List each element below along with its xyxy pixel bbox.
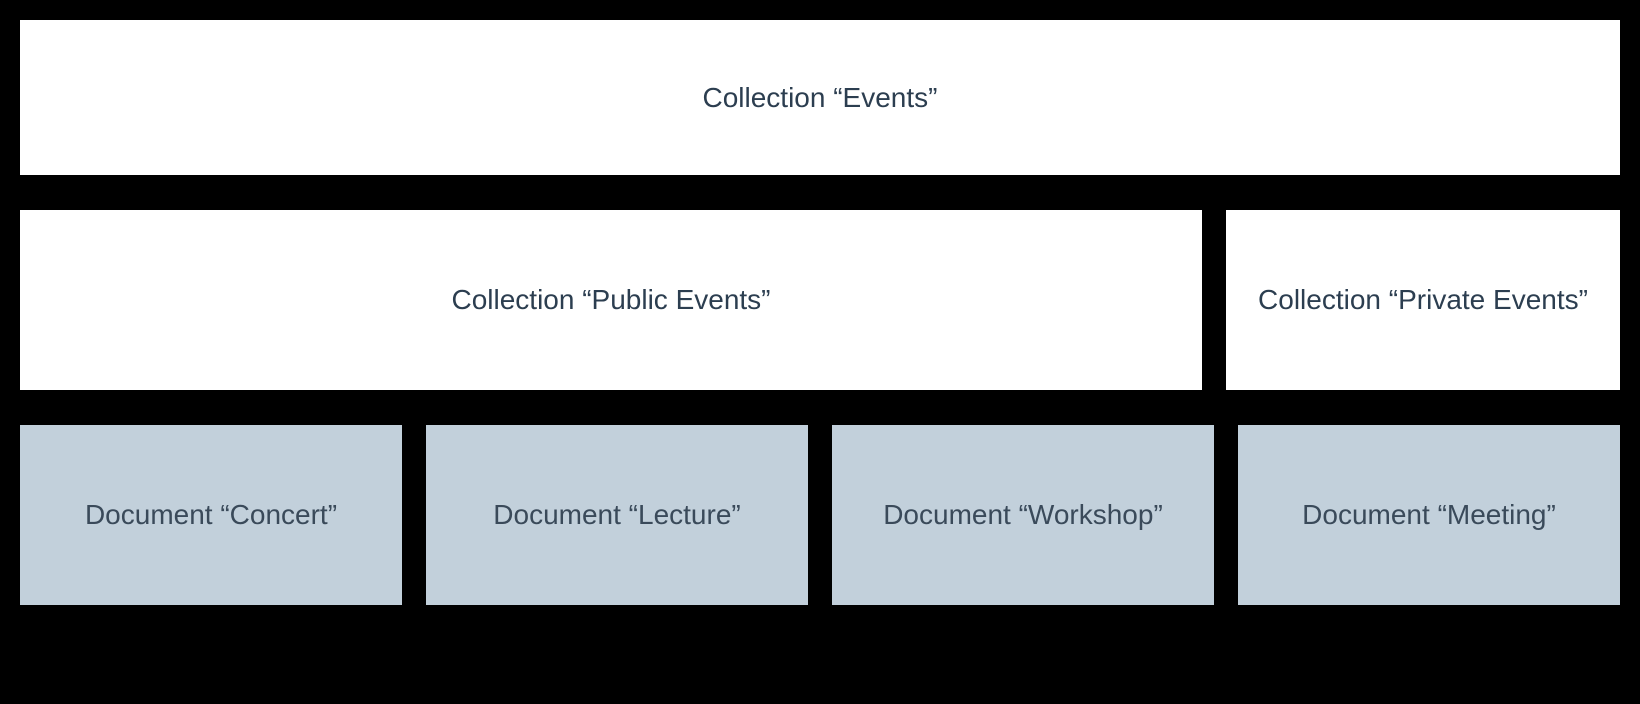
document-meeting-label: Document “Meeting” [1302, 495, 1556, 534]
row-top-collections: Collection “Events” [20, 20, 1620, 175]
document-concert-label: Document “Concert” [85, 495, 337, 534]
document-lecture-label: Document “Lecture” [493, 495, 740, 534]
document-workshop: Document “Workshop” [832, 425, 1214, 605]
collection-public-events: Collection “Public Events” [20, 210, 1202, 390]
row-middle-collections: Collection “Public Events” Collection “P… [20, 210, 1620, 390]
document-workshop-label: Document “Workshop” [883, 495, 1163, 534]
collection-events: Collection “Events” [20, 20, 1620, 175]
document-meeting: Document “Meeting” [1238, 425, 1620, 605]
collection-public-events-label: Collection “Public Events” [451, 280, 770, 319]
diagram-container: Collection “Events” Collection “Public E… [20, 20, 1620, 684]
row-bottom-documents: Document “Concert” Document “Lecture” Do… [20, 425, 1620, 605]
document-lecture: Document “Lecture” [426, 425, 808, 605]
collection-private-events-label: Collection “Private Events” [1258, 280, 1588, 319]
document-concert: Document “Concert” [20, 425, 402, 605]
collection-events-label: Collection “Events” [703, 78, 938, 117]
collection-private-events: Collection “Private Events” [1226, 210, 1620, 390]
